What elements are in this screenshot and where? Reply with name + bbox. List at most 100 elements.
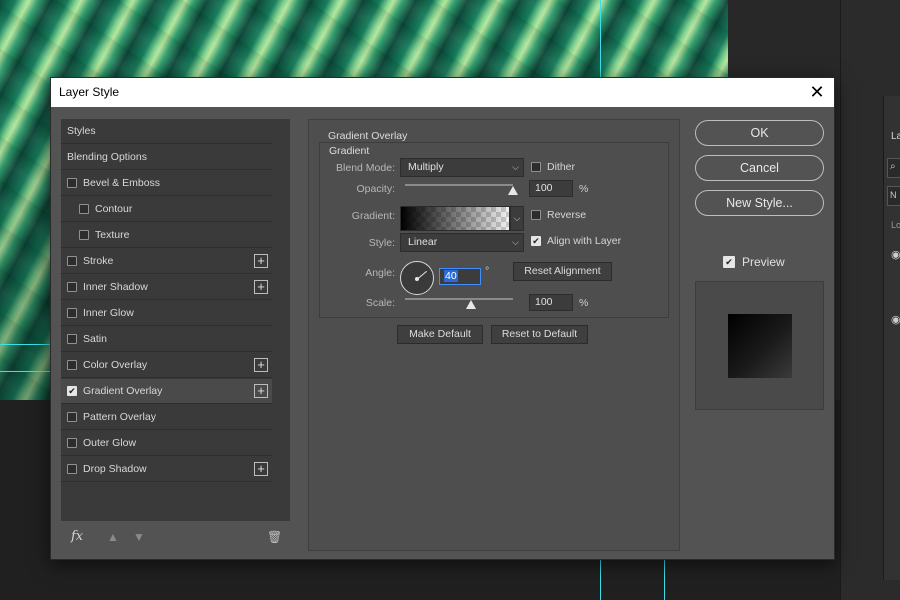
contour-checkbox[interactable] [79, 204, 89, 214]
dither-checkbox[interactable] [531, 162, 541, 172]
guide-horizontal[interactable] [0, 371, 50, 372]
pattern-overlay-checkbox[interactable] [67, 412, 77, 422]
add-gradient-overlay-icon[interactable]: + [254, 384, 268, 398]
guide-horizontal[interactable] [0, 344, 50, 345]
gradient-group-title: Gradient [329, 145, 372, 157]
make-default-button[interactable]: Make Default [397, 325, 483, 344]
ok-button[interactable]: OK [695, 120, 824, 146]
add-inner-shadow-icon[interactable]: + [254, 280, 268, 294]
layers-panel: La ⌕ N Lo ◉ ◉ [840, 0, 900, 600]
style-list-item-label: Drop Shadow [83, 463, 147, 475]
style-value: Linear [408, 236, 438, 248]
layer-filter-field[interactable]: N [887, 186, 900, 206]
opacity-slider-track[interactable] [405, 184, 513, 186]
style-list-item-blending-options[interactable]: Blending Options [61, 145, 272, 170]
style-select[interactable]: Linear ⌵ [400, 233, 524, 252]
scale-slider-track[interactable] [405, 298, 513, 300]
close-icon[interactable]: ✕ [806, 82, 828, 104]
style-list-item-pattern-overlay[interactable]: Pattern Overlay [61, 405, 272, 430]
angle-label: Angle: [365, 267, 395, 279]
stroke-checkbox[interactable] [67, 256, 77, 266]
bevel-emboss-checkbox[interactable] [67, 178, 77, 188]
color-overlay-checkbox[interactable] [67, 360, 77, 370]
new-style-button[interactable]: New Style... [695, 190, 824, 216]
align-with-layer-option[interactable]: ✔ Align with Layer [531, 235, 621, 247]
style-list-item-stroke[interactable]: Stroke + [61, 249, 272, 274]
angle-input[interactable]: 40 [439, 268, 481, 285]
align-with-layer-label: Align with Layer [547, 235, 622, 247]
eye-icon[interactable]: ◉ [891, 248, 900, 261]
style-list-item-label: Pattern Overlay [83, 411, 156, 423]
layers-tab-label[interactable]: La [891, 131, 900, 142]
guide-vertical[interactable] [664, 560, 665, 600]
search-icon: ⌕ [890, 161, 896, 172]
layer-style-dialog: Layer Style ✕ Styles Blending Options Beve… [50, 77, 835, 560]
opacity-input[interactable]: 100 [529, 180, 573, 197]
arrow-up-icon[interactable]: ▲ [107, 530, 119, 544]
gradient-overlay-panel: Gradient Overlay Gradient Blend Mode: Mu… [308, 119, 680, 551]
reset-alignment-button[interactable]: Reset Alignment [513, 262, 612, 281]
add-stroke-icon[interactable]: + [254, 254, 268, 268]
align-with-layer-checkbox[interactable]: ✔ [531, 236, 541, 246]
style-list-item-label: Inner Shadow [83, 281, 148, 293]
preview-thumbnail [695, 281, 824, 410]
inner-shadow-checkbox[interactable] [67, 282, 77, 292]
style-list-item-inner-shadow[interactable]: Inner Shadow + [61, 275, 272, 300]
styles-list-footer: fx ▲ ▼ 🗑 [61, 527, 290, 551]
style-list-item-gradient-overlay[interactable]: ✔ Gradient Overlay + [61, 379, 272, 404]
style-list-item-color-overlay[interactable]: Color Overlay + [61, 353, 272, 378]
dialog-body: Styles Blending Options Bevel & Emboss Cont… [51, 107, 834, 559]
reverse-checkbox[interactable] [531, 210, 541, 220]
preview-checkbox[interactable]: ✔ [723, 256, 735, 268]
add-color-overlay-icon[interactable]: + [254, 358, 268, 372]
preview-option[interactable]: ✔ Preview [723, 255, 785, 269]
trash-icon[interactable]: 🗑 [267, 530, 282, 544]
eye-icon[interactable]: ◉ [891, 313, 900, 326]
blend-mode-select[interactable]: Multiply ⌵ [400, 158, 524, 177]
style-list-item-texture[interactable]: Texture [61, 223, 272, 248]
fx-icon[interactable]: fx [71, 529, 83, 544]
arrow-down-icon[interactable]: ▼ [133, 530, 145, 544]
style-list-item-label: Satin [83, 333, 107, 345]
style-list-item-label: Stroke [83, 255, 114, 267]
style-list-item-contour[interactable]: Contour [61, 197, 272, 222]
add-drop-shadow-icon[interactable]: + [254, 462, 268, 476]
guide-vertical[interactable] [600, 560, 601, 600]
style-list-item-styles[interactable]: Styles [61, 119, 272, 144]
angle-unit: ° [485, 265, 490, 277]
reverse-option[interactable]: Reverse [531, 209, 586, 221]
opacity-unit: % [579, 183, 589, 195]
texture-checkbox[interactable] [79, 230, 89, 240]
drop-shadow-checkbox[interactable] [67, 464, 77, 474]
guide-vertical[interactable] [600, 0, 601, 77]
scale-slider-thumb[interactable] [466, 300, 476, 309]
lock-label: Lo [891, 220, 900, 230]
chevron-down-icon[interactable]: ⌵ [510, 206, 524, 231]
scale-input[interactable]: 100 [529, 294, 573, 311]
styles-list-scrollbar[interactable] [274, 119, 290, 521]
reverse-label: Reverse [547, 209, 587, 221]
inner-glow-checkbox[interactable] [67, 308, 77, 318]
dialog-titlebar[interactable]: Layer Style ✕ [51, 78, 834, 107]
opacity-slider-thumb[interactable] [508, 186, 518, 195]
outer-glow-checkbox[interactable] [67, 438, 77, 448]
dither-option[interactable]: Dither [531, 161, 575, 173]
satin-checkbox[interactable] [67, 334, 77, 344]
style-list-item-label: Blending Options [67, 151, 147, 163]
style-list-item-bevel-emboss[interactable]: Bevel & Emboss [61, 171, 272, 196]
dialog-title: Layer Style [59, 85, 120, 99]
style-list-item-drop-shadow[interactable]: Drop Shadow + [61, 457, 272, 482]
layer-search-box[interactable]: ⌕ [887, 158, 900, 178]
angle-dial[interactable] [400, 261, 434, 295]
styles-list: Styles Blending Options Bevel & Emboss Cont… [61, 119, 274, 521]
gradient-overlay-checkbox[interactable]: ✔ [67, 386, 77, 396]
filter-field-label: N [890, 190, 897, 200]
style-list-item-label: Contour [95, 203, 133, 215]
style-list-item-label: Bevel & Emboss [83, 177, 161, 189]
reset-to-default-button[interactable]: Reset to Default [491, 325, 588, 344]
style-list-item-outer-glow[interactable]: Outer Glow [61, 431, 272, 456]
style-list-item-inner-glow[interactable]: Inner Glow [61, 301, 272, 326]
style-list-item-satin[interactable]: Satin [61, 327, 272, 352]
cancel-button[interactable]: Cancel [695, 155, 824, 181]
gradient-swatch[interactable] [400, 206, 510, 231]
